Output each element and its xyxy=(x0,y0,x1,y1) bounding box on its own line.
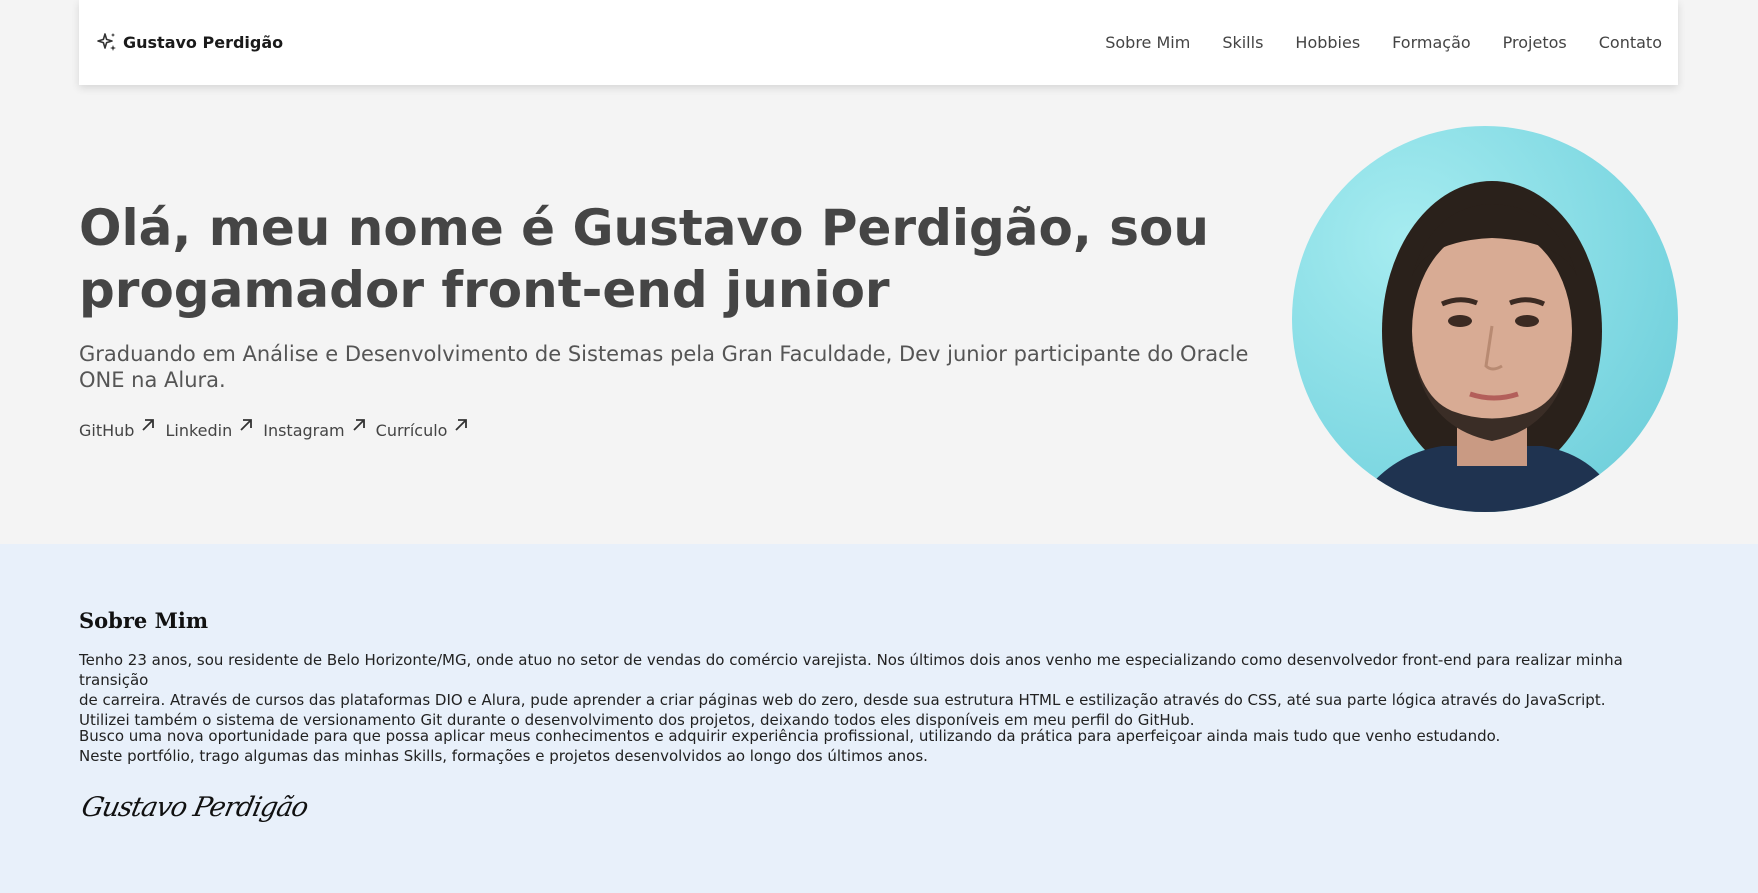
nav-link-skills[interactable]: Skills xyxy=(1222,33,1263,52)
github-link-label: GitHub xyxy=(79,421,135,440)
profile-photo xyxy=(1292,126,1678,512)
hero-section: Olá, meu nome é Gustavo Perdigão, sou pr… xyxy=(0,85,1758,544)
nav-link-contato[interactable]: Contato xyxy=(1599,33,1662,52)
curriculo-link-label: Currículo xyxy=(375,421,448,440)
about-title: Sobre Mim xyxy=(79,608,209,633)
hero-title: Olá, meu nome é Gustavo Perdigão, sou pr… xyxy=(79,199,1210,319)
nav-link-hobbies[interactable]: Hobbies xyxy=(1295,33,1360,52)
instagram-link-label: Instagram xyxy=(263,421,345,440)
arrow-up-right-icon xyxy=(240,419,253,431)
arrow-up-right-icon xyxy=(142,419,155,431)
about-paragraph-1-line-1: Tenho 23 anos, sou residente de Belo Hor… xyxy=(79,651,1623,689)
about-paragraph-2: Busco uma nova oportunidade para que pos… xyxy=(79,726,1679,766)
brand-name: Gustavo Perdigão xyxy=(123,33,284,52)
navbar: Gustavo Perdigão Sobre Mim Skills Hobbie… xyxy=(79,0,1678,85)
about-paragraph-1-line-2: de carreira. Através de cursos das plata… xyxy=(79,691,1606,709)
linkedin-link[interactable]: Linkedin xyxy=(165,419,254,440)
hero-subtitle: Graduando em Análise e Desenvolvimento d… xyxy=(79,342,1249,392)
linkedin-link-label: Linkedin xyxy=(165,421,233,440)
brand-logo[interactable]: Gustavo Perdigão xyxy=(95,31,283,55)
nav-link-formacao[interactable]: Formação xyxy=(1392,33,1471,52)
sparkle-icon xyxy=(95,31,119,55)
main-nav: Sobre Mim Skills Hobbies Formação Projet… xyxy=(1105,33,1662,52)
arrow-up-right-icon xyxy=(455,419,468,431)
portrait-illustration xyxy=(1352,181,1622,512)
about-section: Sobre Mim Tenho 23 anos, sou residente d… xyxy=(0,544,1758,893)
signature: Gustavo Perdigão xyxy=(78,792,311,823)
about-paragraph-1: Tenho 23 anos, sou residente de Belo Hor… xyxy=(79,650,1679,730)
arrow-up-right-icon xyxy=(353,419,365,431)
about-paragraph-2-line-2: Neste portfólio, trago algumas das minha… xyxy=(79,747,928,765)
instagram-link[interactable]: Instagram xyxy=(263,419,366,440)
social-links: GitHub Linkedin Instagram Currículo xyxy=(79,419,470,440)
about-paragraph-2-line-1: Busco uma nova oportunidade para que pos… xyxy=(79,727,1501,745)
curriculo-link[interactable]: Currículo xyxy=(375,419,470,440)
github-link[interactable]: GitHub xyxy=(79,419,156,440)
nav-link-sobre-mim[interactable]: Sobre Mim xyxy=(1105,33,1190,52)
nav-link-projetos[interactable]: Projetos xyxy=(1503,33,1567,52)
